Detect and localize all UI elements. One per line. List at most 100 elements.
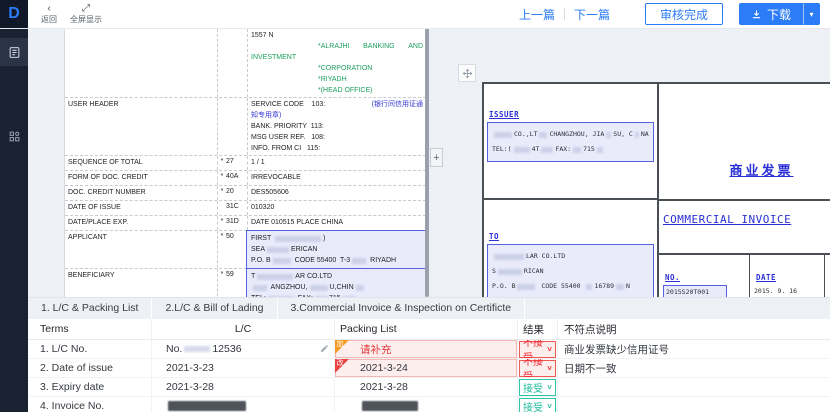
- download-button-group: 下载 ▾: [739, 3, 820, 25]
- result-select[interactable]: 不接受∨: [519, 341, 556, 358]
- lc-field-mandatory-mark: *: [217, 171, 226, 185]
- lc-field-value: SERVICE CODE 103:(银行间信用证通知专用章)BANK. PRIO…: [247, 98, 426, 155]
- lc-field-mandatory-mark: *: [217, 156, 226, 170]
- fullscreen-label: 全屏显示: [70, 15, 102, 24]
- app-logo[interactable]: D: [0, 0, 28, 28]
- prev-doc-link[interactable]: 上一篇: [519, 6, 555, 23]
- next-doc-link[interactable]: 下一篇: [574, 6, 610, 23]
- fullscreen-icon: ⤢: [82, 4, 90, 14]
- lc-field-value-highlighted: FIRST )SEAERICANP.O. B CODE 55400 T-3 RI…: [246, 230, 427, 269]
- result-select[interactable]: 不接受∨: [519, 360, 556, 377]
- doc-line: TAR CO.LTD: [251, 271, 422, 282]
- lc-field-tag: 31C: [226, 201, 247, 215]
- lc-field-label: DATE/PLACE EXP.: [65, 216, 217, 230]
- doc-line: 1 / 1: [251, 157, 423, 168]
- doc-line: CO.,LTCHANGZHOU, JIASU, CNA: [492, 127, 649, 142]
- move-handle-icon[interactable]: [458, 64, 476, 82]
- doc-line: P.O. B CODE 55400 T-3 RIYADH: [251, 255, 422, 266]
- lc-swift-table: 1557 N*ALRAJHIBANKINGANDINVESTMENT*CORPO…: [65, 28, 426, 297]
- doc-line: SEAERICAN: [251, 244, 422, 255]
- redacted-text: [356, 285, 364, 291]
- lc-field-mandatory-mark: [217, 98, 226, 155]
- lc-doc-row: DATE OF ISSUE31C010320: [65, 201, 426, 216]
- invoice-to-section: TO LAR CO.LTDSRICANP.O. B CODE 55400 167…: [484, 200, 657, 297]
- lc-field-mandatory-mark: *: [217, 216, 226, 230]
- chevron-down-icon: ▾: [809, 10, 813, 19]
- header-lc: L/C: [152, 319, 335, 339]
- download-label: 下载: [767, 6, 791, 23]
- redacted-text: [257, 274, 293, 280]
- download-button[interactable]: 下载: [739, 3, 803, 25]
- redacted-text: [273, 258, 291, 264]
- chevron-down-icon: ∨: [546, 402, 553, 410]
- doc-line: SRICAN: [492, 264, 649, 279]
- redacted-text: [541, 147, 553, 153]
- lc-doc-row: FORM OF DOC. CREDIT*40AIRREVOCABLE: [65, 171, 426, 186]
- lc-field-tag: 59: [226, 269, 247, 297]
- review-complete-button[interactable]: 审核完成: [645, 3, 723, 25]
- lc-document-page[interactable]: 1557 N*ALRAJHIBANKINGANDINVESTMENT*CORPO…: [64, 28, 427, 297]
- header-result: 结果: [518, 319, 558, 339]
- lc-doc-row: USER HEADER SERVICE CODE 103:(银行间信用证通知专用章…: [65, 98, 426, 156]
- result-select[interactable]: 接受∨: [519, 379, 556, 396]
- vertical-scrollbar[interactable]: [425, 28, 429, 297]
- fullscreen-button[interactable]: ⤢ 全屏显示: [70, 0, 102, 28]
- redacted-text: [184, 346, 210, 352]
- tab-2[interactable]: 2.L/C & Bill of Lading: [152, 298, 277, 319]
- doc-line: IRREVOCABLE: [251, 172, 423, 183]
- redacted-text: [616, 284, 624, 290]
- lc-value-cell: No.12536: [152, 340, 335, 358]
- comparison-row: 3. Expiry date2021-3-282021-3-28接受∨: [28, 378, 830, 397]
- invoice-date-value: 2015. 9. 16: [754, 287, 820, 295]
- panel-tabbar: 1. L/C & Packing List2.L/C & Bill of Lad…: [28, 298, 830, 319]
- sidebar-item-documents[interactable]: [0, 38, 28, 66]
- doc-line: *ALRAJHIBANKINGAND: [251, 41, 423, 52]
- left-sidebar: [0, 28, 28, 412]
- invoice-issuer-section: ISSUER CO.,LTCHANGZHOU, JIASU, CNATEL:(4…: [484, 84, 657, 200]
- redacted-text: [494, 132, 512, 138]
- redacted-text: [168, 401, 246, 411]
- corner-badge-modify: 改: [335, 359, 349, 373]
- doc-line: ANGZHOU,U,CHIN: [251, 282, 422, 293]
- lc-field-tag: 20: [226, 186, 247, 200]
- comparison-row: 2. Date of issue2021-3-23改2021-3-24不接受∨日…: [28, 359, 830, 378]
- to-highlight-box: LAR CO.LTDSRICANP.O. B CODE 55400 16789N: [487, 244, 654, 297]
- redacted-text: [597, 147, 603, 153]
- invoice-document-page[interactable]: ISSUER CO.,LTCHANGZHOU, JIASU, CNATEL:(4…: [482, 82, 830, 297]
- result-value: 接受: [523, 399, 543, 412]
- doc-line: *CORPORATION: [251, 63, 423, 74]
- lc-doc-row: 1557 N*ALRAJHIBANKINGANDINVESTMENT*CORPO…: [65, 28, 426, 98]
- doc-line: MSG USER REF. 108:: [251, 132, 423, 143]
- zoom-in-button[interactable]: +: [430, 148, 443, 167]
- lc-field-label: [65, 29, 217, 97]
- doc-line: INVESTMENT: [251, 52, 423, 63]
- issuer-highlight-box: CO.,LTCHANGZHOU, JIASU, CNATEL:(4TFAX:71…: [487, 122, 654, 162]
- issuer-label: ISSUER: [489, 110, 654, 119]
- doc-line: SERVICE CODE 103:(银行间信用证通: [251, 99, 423, 110]
- result-value: 不接受: [523, 359, 547, 377]
- sidebar-item-apps[interactable]: [0, 122, 28, 150]
- result-select[interactable]: 接受∨: [519, 398, 556, 412]
- lc-field-mandatory-mark: [217, 201, 226, 215]
- back-label: 返回: [41, 15, 57, 24]
- lc-value-cell: 2021-3-23: [152, 359, 335, 377]
- doc-line: 1557 N: [251, 30, 423, 41]
- redacted-text: [267, 247, 289, 253]
- result-cell: 不接受∨: [518, 359, 558, 377]
- tab-1[interactable]: 1. L/C & Packing List: [28, 298, 152, 319]
- lc-field-tag: 27: [226, 156, 247, 170]
- edit-icon[interactable]: [320, 344, 329, 353]
- tab-3[interactable]: 3.Commercial Invoice & Inspection on Cer…: [278, 298, 526, 319]
- download-dropdown-button[interactable]: ▾: [803, 3, 820, 25]
- back-button[interactable]: ‹ 返回: [41, 0, 57, 28]
- lc-field-value: DATE 010515 PLACE CHINA: [247, 216, 426, 230]
- invoice-no-cell: NO. 2015S20T001: [659, 255, 750, 297]
- header-packing-list: Packing List: [335, 319, 518, 339]
- redacted-text: [517, 284, 535, 290]
- packing-list-value-cell: 改2021-3-24: [335, 359, 518, 377]
- doc-line: DES505606: [251, 187, 423, 198]
- invoice-meta-row: NO. 2015S20T001 DATE 2015. 9. 16: [659, 255, 830, 297]
- redacted-text: [362, 401, 418, 411]
- lc-field-label: USER HEADER: [65, 98, 217, 155]
- redacted-text: [310, 285, 328, 291]
